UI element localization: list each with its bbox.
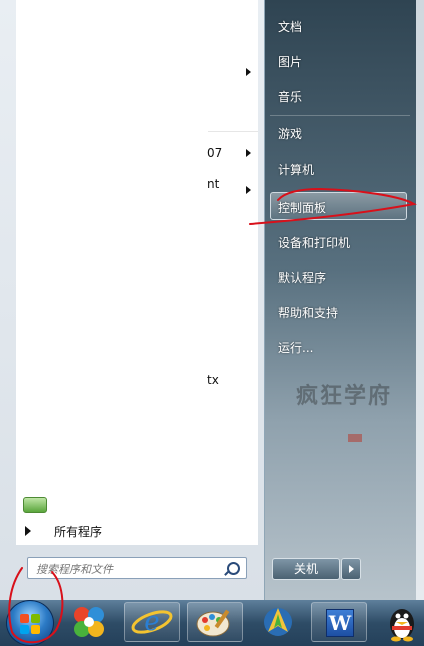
- annotation-mark-control-panel: [249, 187, 417, 225]
- red-annotation-overlay: [8, 187, 417, 644]
- annotation-mark-start: [8, 567, 64, 644]
